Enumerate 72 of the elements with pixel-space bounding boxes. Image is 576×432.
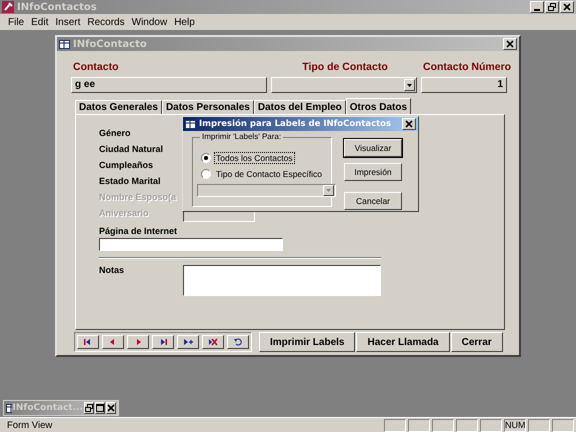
delete-record-button[interactable]	[202, 335, 224, 349]
restore-button[interactable]	[84, 402, 94, 414]
option-label[interactable]: Todos los Contactos	[214, 152, 295, 164]
status-panel	[384, 418, 406, 432]
input-field[interactable]: 1	[421, 77, 507, 93]
dialog-button[interactable]: Impresión	[344, 163, 402, 181]
field-label: Notas	[99, 265, 126, 277]
field-label: Tipo de Contacto	[301, 61, 389, 73]
menu-item[interactable]: Records	[87, 16, 125, 28]
form-title: INfoContacto	[73, 38, 148, 50]
maximize-button[interactable]	[95, 402, 105, 414]
field-label: Contacto	[72, 61, 120, 73]
minimize-button[interactable]	[530, 1, 544, 13]
last-record-icon	[158, 338, 168, 346]
field-label: Ciudad Natural	[99, 144, 164, 154]
close-button[interactable]	[560, 1, 574, 13]
radio-button[interactable]	[201, 169, 211, 179]
next-record-button[interactable]	[127, 335, 149, 349]
dropdown-field[interactable]	[197, 184, 336, 197]
status-panel	[408, 418, 430, 432]
field-label: Estado Marital	[99, 176, 162, 186]
status-text: Form View	[6, 420, 54, 430]
form-button[interactable]: Hacer Llamada	[356, 332, 450, 352]
close-button[interactable]	[106, 402, 116, 414]
group-label: Imprimir 'Labels' Para:	[200, 132, 284, 141]
dialog-button[interactable]: Cancelar	[344, 192, 402, 210]
notes-field[interactable]	[183, 265, 381, 296]
status-panel	[552, 418, 574, 432]
previous-record-button[interactable]	[102, 335, 124, 349]
status-panel	[432, 418, 454, 432]
form-button[interactable]: Imprimir Labels	[259, 332, 356, 352]
status-panel	[456, 418, 478, 432]
dialog-button[interactable]: Visualizar	[344, 139, 402, 157]
field-label: Género	[99, 128, 132, 138]
radio-button[interactable]	[201, 153, 211, 163]
status-indicator: NUM	[504, 418, 526, 432]
form-icon	[59, 40, 70, 48]
new-record-icon	[183, 338, 193, 346]
field-label: Cumpleaños	[99, 160, 154, 170]
tab[interactable]: Datos del Empleo	[254, 100, 346, 114]
menu-item[interactable]: Help	[174, 16, 195, 28]
menu-item[interactable]: Window	[132, 16, 168, 28]
tab[interactable]: Otros Datos	[346, 98, 412, 114]
status-panel	[528, 418, 550, 432]
last-record-button[interactable]	[152, 335, 174, 349]
field-label: Página de Internet	[99, 226, 178, 236]
delete-record-icon	[208, 338, 218, 346]
input-field[interactable]: g ee	[71, 77, 267, 93]
new-record-button[interactable]	[177, 335, 199, 349]
close-button[interactable]	[503, 38, 517, 50]
first-record-icon	[83, 338, 93, 346]
tab[interactable]: Datos Generales	[75, 100, 162, 114]
app-key-icon	[2, 1, 14, 13]
close-button[interactable]	[402, 118, 416, 130]
undo-icon	[233, 338, 243, 346]
form-button[interactable]: Cerrar	[450, 332, 503, 352]
form-icon	[185, 120, 196, 128]
input-field[interactable]	[99, 238, 283, 251]
undo-button[interactable]	[227, 335, 249, 349]
menu-item[interactable]: Insert	[55, 16, 80, 28]
menu-item[interactable]: Edit	[31, 16, 48, 28]
status-panel	[480, 418, 502, 432]
app-title: INfoContactos	[17, 2, 98, 12]
option-label[interactable]: Tipo de Contacto Específico	[214, 168, 324, 180]
form-icon	[6, 404, 12, 412]
restore-button[interactable]	[545, 1, 559, 13]
dialog-title: Impresión para Labels de INfoContactos	[199, 119, 392, 129]
first-record-button[interactable]	[77, 335, 99, 349]
menu-item[interactable]: File	[8, 16, 24, 28]
contact-type-dropdown[interactable]	[271, 77, 417, 93]
tab[interactable]: Datos Personales	[162, 100, 254, 114]
window-title: INfoContact...	[12, 403, 83, 413]
